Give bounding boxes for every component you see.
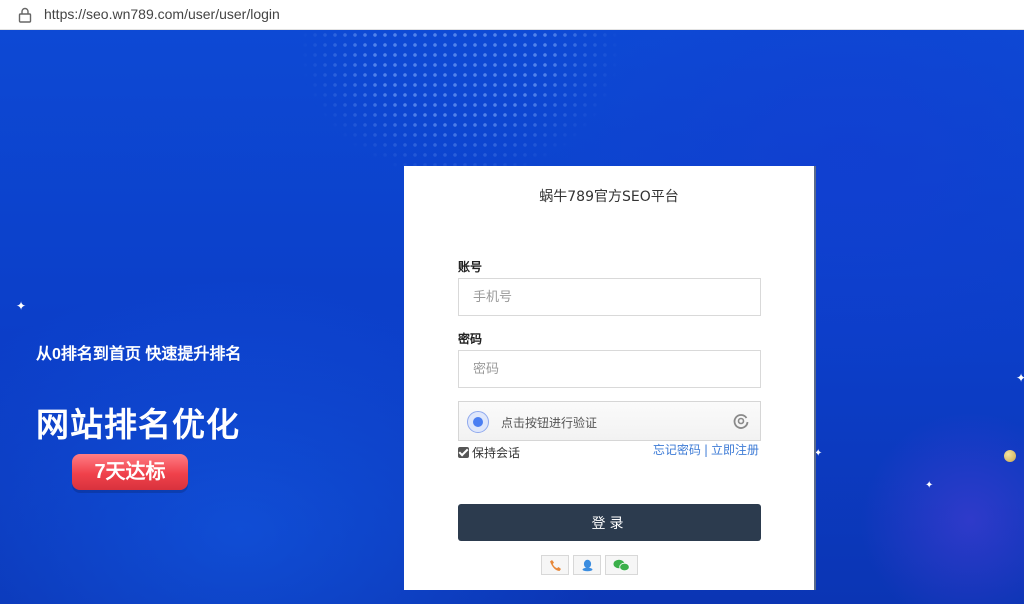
qq-login-button[interactable] (573, 555, 601, 575)
sparkle-icon: ✦ (1016, 371, 1024, 385)
glow-decoration (860, 410, 1024, 604)
remember-checkbox[interactable] (458, 447, 469, 458)
sparkle-icon: ✦ (925, 480, 934, 491)
dot-pattern (300, 30, 620, 180)
login-card: 蜗牛789官方SEO平台 账号 密码 点击按钮进行验证 保持会话 忘记密码|立即… (404, 166, 816, 590)
account-label: 账号 (458, 260, 483, 274)
verify-text: 点击按钮进行验证 (501, 416, 598, 430)
qq-icon (582, 559, 593, 572)
link-separator: | (703, 443, 708, 457)
phone-icon (550, 560, 561, 571)
promo-badge: 7天达标 (72, 454, 188, 490)
sparkle-icon: ✦ (16, 299, 27, 313)
wechat-login-button[interactable] (605, 555, 638, 575)
browser-address-bar[interactable]: https://seo.wn789.com/user/user/login (0, 0, 1024, 30)
remember-session[interactable]: 保持会话 (458, 444, 520, 461)
promo-subtitle: 从0排名到首页 快速提升排名 (36, 346, 242, 363)
captcha-verify-button[interactable]: 点击按钮进行验证 (458, 401, 761, 441)
forgot-password-link[interactable]: 忘记密码 (653, 443, 701, 457)
captcha-logo-icon (733, 414, 749, 429)
lock-icon (18, 7, 32, 23)
register-link[interactable]: 立即注册 (711, 443, 759, 457)
wechat-icon (613, 559, 630, 572)
account-links: 忘记密码 | 立即注册 (653, 441, 759, 458)
login-title: 蜗牛789官方SEO平台 (539, 189, 679, 205)
password-label: 密码 (458, 332, 483, 346)
hero-background: ✦ ✦ ✦ ✦ 从0排名到首页 快速提升排名 网站排名优化 7天达标 蜗牛789… (0, 30, 1024, 604)
login-button[interactable]: 登录 (458, 504, 761, 541)
password-input[interactable] (458, 350, 761, 388)
promo-title: 网站排名优化 (36, 406, 240, 443)
phone-input[interactable] (458, 278, 761, 316)
phone-login-button[interactable] (541, 555, 569, 575)
url-text[interactable]: https://seo.wn789.com/user/user/login (44, 6, 280, 22)
coin-decoration (1004, 450, 1016, 462)
verify-dot-icon (467, 411, 489, 433)
remember-label: 保持会话 (472, 446, 521, 460)
